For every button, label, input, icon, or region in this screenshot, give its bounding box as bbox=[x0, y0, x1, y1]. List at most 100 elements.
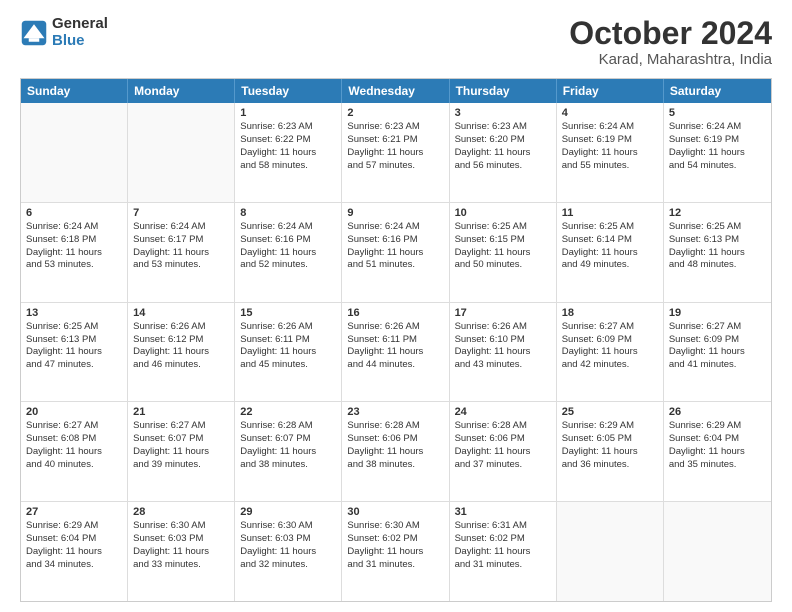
day-number: 3 bbox=[455, 107, 551, 119]
cal-cell: 11Sunrise: 6:25 AMSunset: 6:14 PMDayligh… bbox=[557, 203, 664, 302]
day-number: 8 bbox=[240, 207, 336, 219]
cell-line: and 38 minutes. bbox=[240, 459, 336, 472]
cell-line: and 31 minutes. bbox=[347, 559, 443, 572]
cell-line: Sunrise: 6:26 AM bbox=[455, 321, 551, 334]
cell-line: and 50 minutes. bbox=[455, 259, 551, 272]
day-number: 21 bbox=[133, 406, 229, 418]
cell-line: Sunset: 6:13 PM bbox=[669, 234, 766, 247]
cell-line: Sunset: 6:11 PM bbox=[240, 334, 336, 347]
location-subtitle: Karad, Maharashtra, India bbox=[569, 51, 772, 68]
cell-line: Daylight: 11 hours bbox=[562, 247, 658, 260]
cell-line: and 43 minutes. bbox=[455, 359, 551, 372]
cell-line: Sunset: 6:09 PM bbox=[669, 334, 766, 347]
cell-line: Daylight: 11 hours bbox=[240, 546, 336, 559]
cal-cell: 30Sunrise: 6:30 AMSunset: 6:02 PMDayligh… bbox=[342, 502, 449, 601]
page: General Blue October 2024 Karad, Maharas… bbox=[0, 0, 792, 612]
cal-cell: 27Sunrise: 6:29 AMSunset: 6:04 PMDayligh… bbox=[21, 502, 128, 601]
cell-line: Daylight: 11 hours bbox=[669, 346, 766, 359]
cell-line: Sunset: 6:06 PM bbox=[347, 433, 443, 446]
cell-line: Sunset: 6:13 PM bbox=[26, 334, 122, 347]
calendar-header: SundayMondayTuesdayWednesdayThursdayFrid… bbox=[21, 79, 771, 103]
cell-line: Sunrise: 6:26 AM bbox=[240, 321, 336, 334]
cell-line: Sunset: 6:06 PM bbox=[455, 433, 551, 446]
cell-line: Sunset: 6:21 PM bbox=[347, 134, 443, 147]
cell-line: Sunrise: 6:24 AM bbox=[562, 121, 658, 134]
day-number: 28 bbox=[133, 506, 229, 518]
cell-line: Sunset: 6:05 PM bbox=[562, 433, 658, 446]
cell-line: Daylight: 11 hours bbox=[240, 446, 336, 459]
cell-line: Sunrise: 6:23 AM bbox=[347, 121, 443, 134]
cell-line: and 55 minutes. bbox=[562, 160, 658, 173]
day-number: 20 bbox=[26, 406, 122, 418]
cell-line: Sunrise: 6:28 AM bbox=[455, 420, 551, 433]
cal-cell: 20Sunrise: 6:27 AMSunset: 6:08 PMDayligh… bbox=[21, 402, 128, 501]
cell-line: and 38 minutes. bbox=[347, 459, 443, 472]
cell-line: Sunset: 6:17 PM bbox=[133, 234, 229, 247]
cell-line: Sunset: 6:15 PM bbox=[455, 234, 551, 247]
cell-line: Daylight: 11 hours bbox=[133, 546, 229, 559]
cal-cell: 25Sunrise: 6:29 AMSunset: 6:05 PMDayligh… bbox=[557, 402, 664, 501]
cell-line: Sunset: 6:02 PM bbox=[455, 533, 551, 546]
cell-line: Sunrise: 6:25 AM bbox=[669, 221, 766, 234]
cell-line: Sunrise: 6:28 AM bbox=[240, 420, 336, 433]
cal-cell: 29Sunrise: 6:30 AMSunset: 6:03 PMDayligh… bbox=[235, 502, 342, 601]
title-block: October 2024 Karad, Maharashtra, India bbox=[569, 16, 772, 68]
day-number: 30 bbox=[347, 506, 443, 518]
cal-cell: 10Sunrise: 6:25 AMSunset: 6:15 PMDayligh… bbox=[450, 203, 557, 302]
day-number: 13 bbox=[26, 307, 122, 319]
cell-line: Daylight: 11 hours bbox=[133, 346, 229, 359]
cell-line: Sunset: 6:18 PM bbox=[26, 234, 122, 247]
weekday-header-thursday: Thursday bbox=[450, 79, 557, 103]
cell-line: Daylight: 11 hours bbox=[240, 147, 336, 160]
cell-line: Sunset: 6:07 PM bbox=[133, 433, 229, 446]
cell-line: and 32 minutes. bbox=[240, 559, 336, 572]
cell-line: and 31 minutes. bbox=[455, 559, 551, 572]
day-number: 15 bbox=[240, 307, 336, 319]
day-number: 22 bbox=[240, 406, 336, 418]
cal-cell bbox=[664, 502, 771, 601]
cell-line: Daylight: 11 hours bbox=[347, 147, 443, 160]
calendar-row-2: 6Sunrise: 6:24 AMSunset: 6:18 PMDaylight… bbox=[21, 203, 771, 303]
cell-line: Sunset: 6:04 PM bbox=[669, 433, 766, 446]
day-number: 9 bbox=[347, 207, 443, 219]
day-number: 19 bbox=[669, 307, 766, 319]
cal-cell: 17Sunrise: 6:26 AMSunset: 6:10 PMDayligh… bbox=[450, 303, 557, 402]
cell-line: Sunset: 6:12 PM bbox=[133, 334, 229, 347]
cal-cell: 4Sunrise: 6:24 AMSunset: 6:19 PMDaylight… bbox=[557, 103, 664, 202]
cell-line: and 34 minutes. bbox=[26, 559, 122, 572]
cell-line: Sunset: 6:03 PM bbox=[133, 533, 229, 546]
cell-line: and 47 minutes. bbox=[26, 359, 122, 372]
cell-line: Daylight: 11 hours bbox=[347, 446, 443, 459]
cell-line: Sunrise: 6:25 AM bbox=[455, 221, 551, 234]
cell-line: Daylight: 11 hours bbox=[562, 147, 658, 160]
cell-line: Sunrise: 6:27 AM bbox=[669, 321, 766, 334]
logo-icon bbox=[20, 19, 48, 47]
cell-line: and 54 minutes. bbox=[669, 160, 766, 173]
cal-cell: 14Sunrise: 6:26 AMSunset: 6:12 PMDayligh… bbox=[128, 303, 235, 402]
cell-line: Sunset: 6:16 PM bbox=[240, 234, 336, 247]
cal-cell: 8Sunrise: 6:24 AMSunset: 6:16 PMDaylight… bbox=[235, 203, 342, 302]
cal-cell: 15Sunrise: 6:26 AMSunset: 6:11 PMDayligh… bbox=[235, 303, 342, 402]
weekday-header-sunday: Sunday bbox=[21, 79, 128, 103]
cal-cell bbox=[128, 103, 235, 202]
cell-line: Sunrise: 6:24 AM bbox=[669, 121, 766, 134]
cell-line: Sunset: 6:20 PM bbox=[455, 134, 551, 147]
logo-text: General Blue bbox=[52, 16, 108, 49]
day-number: 26 bbox=[669, 406, 766, 418]
calendar-body: 1Sunrise: 6:23 AMSunset: 6:22 PMDaylight… bbox=[21, 103, 771, 601]
cell-line: Sunrise: 6:28 AM bbox=[347, 420, 443, 433]
cell-line: Daylight: 11 hours bbox=[26, 346, 122, 359]
calendar: SundayMondayTuesdayWednesdayThursdayFrid… bbox=[20, 78, 772, 602]
weekday-header-friday: Friday bbox=[557, 79, 664, 103]
cell-line: Sunrise: 6:31 AM bbox=[455, 520, 551, 533]
cell-line: and 39 minutes. bbox=[133, 459, 229, 472]
cell-line: and 52 minutes. bbox=[240, 259, 336, 272]
cell-line: and 42 minutes. bbox=[562, 359, 658, 372]
day-number: 2 bbox=[347, 107, 443, 119]
day-number: 14 bbox=[133, 307, 229, 319]
cell-line: and 36 minutes. bbox=[562, 459, 658, 472]
cell-line: Daylight: 11 hours bbox=[455, 346, 551, 359]
cal-cell: 16Sunrise: 6:26 AMSunset: 6:11 PMDayligh… bbox=[342, 303, 449, 402]
day-number: 4 bbox=[562, 107, 658, 119]
cell-line: and 41 minutes. bbox=[669, 359, 766, 372]
